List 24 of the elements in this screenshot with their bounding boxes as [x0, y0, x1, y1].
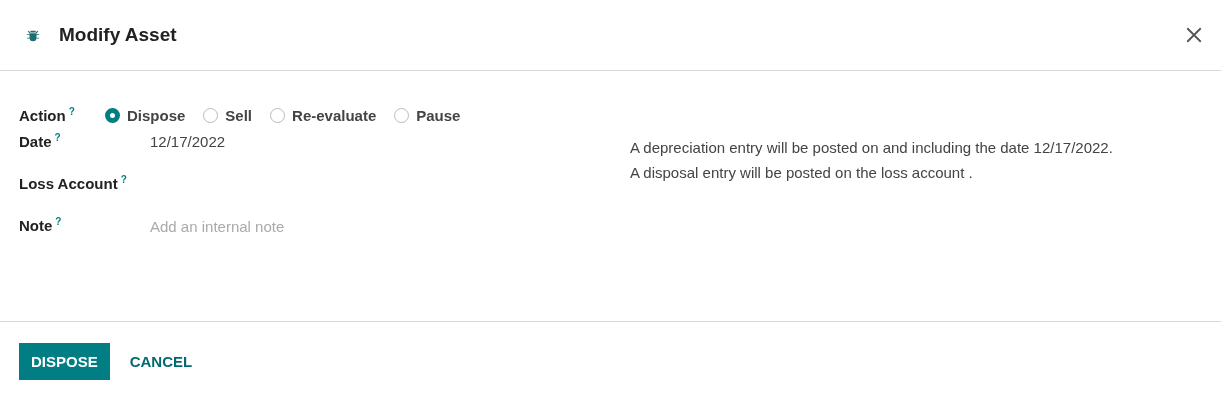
radio-button[interactable] — [105, 107, 120, 123]
bug-icon — [26, 28, 40, 42]
field-label: Loss Account — [19, 175, 118, 192]
date-field[interactable]: 12/17/2022 — [150, 133, 226, 150]
field-label: Action — [19, 106, 66, 124]
radio-button[interactable] — [270, 107, 286, 123]
dialog-title: Modify Asset — [59, 24, 177, 46]
radio-option[interactable]: Pause — [394, 106, 461, 124]
info-text: A depreciation entry will be posted on and including the date 12/17/2022. — [630, 139, 1113, 157]
help-mark[interactable]: ? — [120, 175, 127, 185]
close-button[interactable] — [1185, 26, 1203, 44]
radio-button[interactable] — [203, 107, 219, 123]
radio-button[interactable] — [394, 107, 410, 123]
info-text: A disposal entry will be posted on the loss account . — [630, 164, 974, 182]
radio-option[interactable]: Sell — [203, 106, 253, 124]
cancel-button[interactable]: CANCEL — [117, 343, 205, 380]
help-mark[interactable]: ? — [54, 133, 61, 143]
field-label: Note — [19, 217, 53, 234]
field-label: Date — [19, 133, 52, 150]
radio-option[interactable]: Re-evaluate — [270, 106, 377, 124]
radio-option[interactable]: Dispose — [105, 106, 186, 124]
help-mark[interactable]: ? — [55, 217, 62, 227]
help-mark[interactable]: ? — [68, 106, 75, 117]
dispose-button[interactable]: DISPOSE — [19, 343, 110, 380]
